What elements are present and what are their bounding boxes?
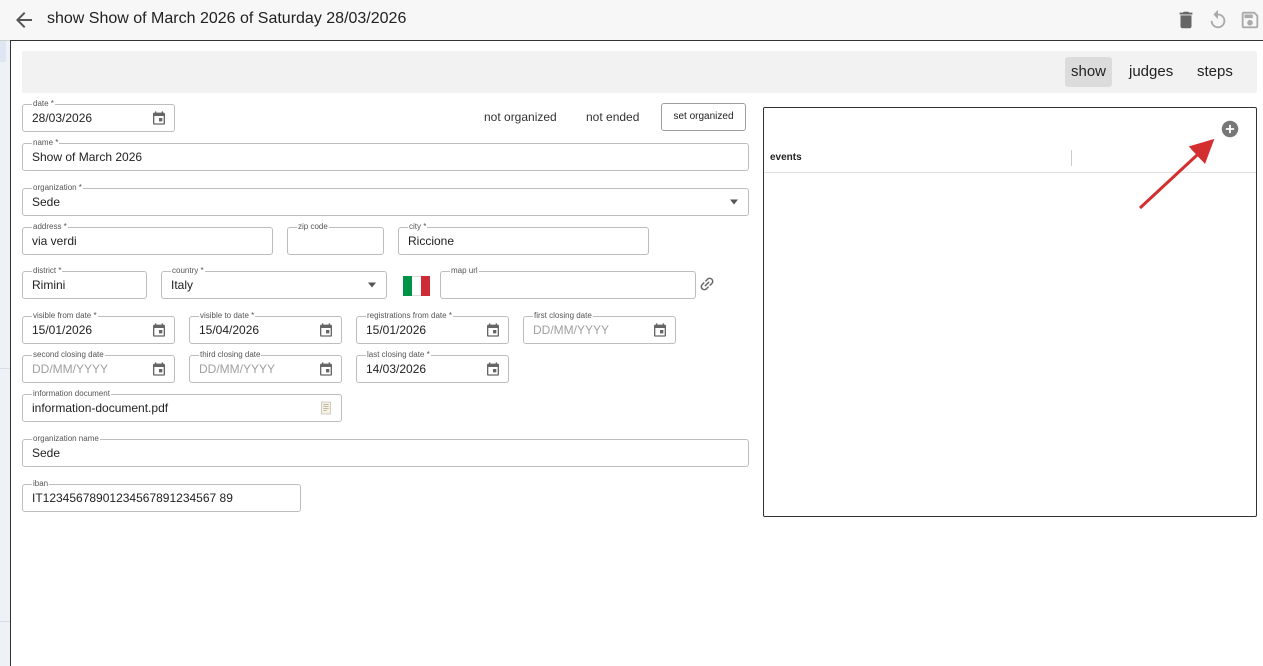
field-label: zip code [297,222,329,232]
tab-steps[interactable]: steps [1191,57,1239,87]
field-label: date * [32,99,55,109]
set-organized-button[interactable]: set organized [661,103,746,131]
field-value: Riccione [408,234,455,248]
visible-to-date-field[interactable]: visible to date * 15/04/2026 [189,311,342,344]
field-label: information document [32,389,111,399]
country-select[interactable]: country * Italy [161,266,387,299]
field-label: second closing date [32,350,105,360]
field-placeholder: DD/MM/YYYY [32,362,109,376]
plus-circle-icon[interactable] [1221,120,1239,138]
field-value: 15/04/2026 [199,323,260,337]
column-separator[interactable] [1071,150,1072,166]
name-field[interactable]: name * Show of March 2026 [22,138,749,171]
field-label: organization * [32,183,83,193]
field-value: 28/03/2026 [32,111,93,125]
first-closing-date-field[interactable]: first closing date DD/MM/YYYY [523,311,676,344]
field-label: address * [32,222,68,232]
field-label: visible to date * [199,311,256,321]
field-value: information-document.pdf [32,401,169,415]
field-value: 15/01/2026 [32,323,93,337]
field-label: third closing date [199,350,262,360]
second-closing-date-field[interactable]: second closing date DD/MM/YYYY [22,350,175,383]
organization-name-field[interactable]: organization name Sede [22,434,749,467]
field-placeholder: DD/MM/YYYY [199,362,276,376]
calendar-icon[interactable] [652,322,668,338]
save-icon[interactable] [1239,9,1261,31]
field-value: Show of March 2026 [32,150,143,164]
third-closing-date-field[interactable]: third closing date DD/MM/YYYY [189,350,342,383]
link-icon[interactable] [698,275,716,293]
trash-icon[interactable] [1175,9,1197,31]
field-value: 15/01/2026 [366,323,427,337]
organization-select[interactable]: organization * Sede [22,183,749,216]
date-field[interactable]: date * 28/03/2026 [22,99,175,132]
calendar-icon[interactable] [151,322,167,338]
field-label: name * [32,138,60,148]
field-label: first closing date [533,311,593,321]
information-document-field[interactable]: information document information-documen… [22,389,342,422]
field-label: iban [32,479,50,489]
calendar-icon[interactable] [151,361,167,377]
calendar-icon[interactable] [485,361,501,377]
visible-from-date-field[interactable]: visible from date * 15/01/2026 [22,311,175,344]
dialog-header: show Show of March 2026 of Saturday 28/0… [0,0,1263,41]
field-label: country * [171,266,205,276]
iban-field[interactable]: iban IT12345678901234567891234567 89 [22,479,301,512]
document-icon[interactable] [318,400,334,416]
arrow-left-icon[interactable] [12,8,36,32]
tab-judges[interactable]: judges [1123,57,1179,87]
field-value: Sede [32,446,61,460]
calendar-icon[interactable] [151,110,167,126]
calendar-icon[interactable] [485,322,501,338]
background-divider [0,621,10,622]
last-closing-date-field[interactable]: last closing date * 14/03/2026 [356,350,509,383]
page-title: show Show of March 2026 of Saturday 28/0… [47,10,407,27]
field-value: Italy [171,278,194,292]
organized-status: not organized [484,110,557,124]
field-placeholder: DD/MM/YYYY [533,323,610,337]
field-value: Rimini [32,278,66,292]
field-label: visible from date * [32,311,98,321]
calendar-icon[interactable] [318,361,334,377]
field-label: last closing date * [366,350,431,360]
field-label: organization name [32,434,100,444]
field-value: IT12345678901234567891234567 89 [32,491,233,505]
tab-show[interactable]: show [1065,57,1113,87]
italy-flag-icon [403,276,430,296]
city-field[interactable]: city * Riccione [398,222,649,255]
field-value: Sede [32,195,61,209]
zip-code-field[interactable]: zip code [287,222,384,255]
chevron-down-icon[interactable] [368,282,376,288]
field-label: map url [450,266,479,276]
address-field[interactable]: address * via verdi [22,222,273,255]
district-field[interactable]: district * Rimini [22,266,147,299]
field-value: 14/03/2026 [366,362,427,376]
undo-icon[interactable] [1207,9,1229,31]
events-table-header: events [764,144,1256,173]
background-divider [0,368,10,369]
chevron-down-icon[interactable] [730,199,738,205]
tab-bar: show judges steps [22,51,1257,93]
background-sidebar [0,0,10,666]
map-url-field[interactable]: map url [440,266,696,299]
calendar-icon[interactable] [318,322,334,338]
field-label: district * [32,266,63,276]
field-label: city * [408,222,428,232]
field-label: registrations from date * [366,311,453,321]
events-column-header[interactable]: events [770,152,802,163]
field-value: via verdi [32,234,77,248]
ended-status: not ended [586,110,640,124]
registrations-from-date-field[interactable]: registrations from date * 15/01/2026 [356,311,509,344]
